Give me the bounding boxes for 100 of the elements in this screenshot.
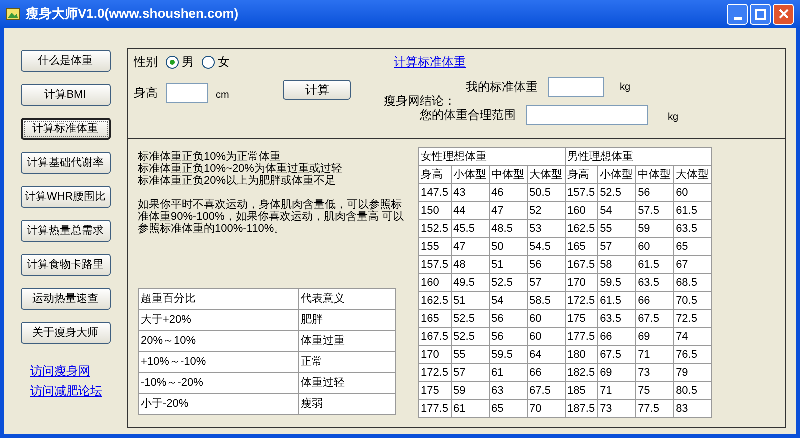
table-cell: 157.5	[418, 256, 452, 274]
sidebar-button[interactable]: 关于瘦身大师	[20, 322, 110, 344]
table-cell: 150	[418, 202, 452, 220]
note-text: 标准体重正负10%~20%为体重过重或过轻	[138, 163, 344, 175]
close-button[interactable]	[773, 4, 794, 24]
table-cell: 54.5	[527, 238, 566, 256]
table-cell: 177.5	[565, 328, 598, 346]
table-cell: 69	[636, 328, 674, 346]
gender-radio[interactable]: 女	[202, 53, 230, 71]
table-cell: 52.5	[451, 310, 490, 328]
table-cell: 43	[451, 184, 490, 202]
table-cell: 67	[674, 256, 712, 274]
table-cell: 49.5	[451, 274, 490, 292]
table-cell: 59.5	[489, 346, 528, 364]
minimize-icon	[734, 16, 742, 20]
table-cell: 73	[598, 400, 636, 418]
table-cell: 56	[636, 184, 674, 202]
standard-weight-link[interactable]: 计算标准体重	[394, 53, 466, 71]
table-header: 小体型	[451, 166, 490, 184]
table-cell: 体重过轻	[298, 372, 396, 394]
sidebar-button[interactable]: 计算食物卡路里	[20, 254, 110, 276]
table-cell: 75	[636, 382, 674, 400]
table-cell: 56	[489, 310, 528, 328]
table-cell: 68.5	[674, 274, 712, 292]
table-cell: 185	[565, 382, 598, 400]
close-icon	[778, 9, 788, 19]
table-cell: 小于-20%	[138, 394, 298, 414]
table-cell: 57	[527, 274, 566, 292]
table-header: 中体型	[489, 166, 528, 184]
result-input-field[interactable]	[548, 77, 604, 97]
table-cell: 170	[565, 274, 598, 292]
table-cell: 大于+20%	[138, 310, 298, 330]
table-cell: 51	[451, 292, 490, 310]
sidebar-button[interactable]: 计算基础代谢率	[20, 152, 110, 174]
table-cell: 76.5	[674, 346, 712, 364]
conclusion-label: 瘦身网结论：	[384, 93, 456, 109]
table-cell: 肥胖	[298, 310, 396, 330]
table-cell: 52.5	[598, 184, 636, 202]
field-label: 您的体重合理范围	[420, 107, 516, 124]
table-cell: 63.5	[674, 220, 712, 238]
table-cell: 63	[489, 382, 528, 400]
table-cell: 正常	[298, 352, 396, 372]
result-input-field[interactable]	[526, 105, 648, 125]
table-cell: 67.5	[527, 382, 566, 400]
table-cell: 182.5	[565, 364, 598, 382]
table-header: 大体型	[527, 166, 566, 184]
table-header: 大体型	[674, 166, 712, 184]
sidebar-link[interactable]: 访问瘦身网	[30, 362, 90, 380]
minimize-button[interactable]	[727, 4, 748, 24]
table-header: 身高	[418, 166, 452, 184]
table-cell: 73	[636, 364, 674, 382]
table-cell: 58	[598, 256, 636, 274]
table-cell: 72.5	[674, 310, 712, 328]
sidebar-button[interactable]: 计算WHR腰围比	[20, 186, 110, 208]
sidebar-button[interactable]: 计算标准体重	[20, 118, 110, 140]
height-input-field[interactable]	[166, 83, 208, 103]
table-cell: 52.5	[451, 328, 490, 346]
gender-radio[interactable]: 男	[166, 53, 194, 71]
height-label: 身高	[134, 85, 158, 102]
sidebar-button[interactable]: 计算BMI	[20, 84, 110, 106]
table-cell: 52.5	[489, 274, 528, 292]
table-header: 男性理想体重	[565, 148, 712, 166]
table-cell: 63.5	[636, 274, 674, 292]
table-cell: 47	[489, 202, 528, 220]
table-cell: 48	[451, 256, 490, 274]
table-cell: 45.5	[451, 220, 490, 238]
sidebar-button[interactable]: 什么是体重	[20, 50, 110, 72]
table-cell: 54	[598, 202, 636, 220]
unit-label: kg	[668, 111, 679, 125]
table-cell: 20%～10%	[138, 330, 298, 352]
table-cell: 165	[418, 310, 452, 328]
table-cell: 162.5	[565, 220, 598, 238]
table-cell: 57	[451, 364, 490, 382]
table-cell: 67.5	[598, 346, 636, 364]
maximize-button[interactable]	[750, 4, 771, 24]
table-cell: 175	[418, 382, 452, 400]
calculate-button[interactable]: 计算	[283, 80, 352, 100]
table-cell: 66	[598, 328, 636, 346]
table-cell: 60	[674, 184, 712, 202]
table-cell: 53	[527, 220, 566, 238]
table-cell: 162.5	[418, 292, 452, 310]
table-cell: 70	[527, 400, 566, 418]
sidebar-button[interactable]: 运动热量速查	[20, 288, 110, 310]
table-cell: 超重百分比	[138, 288, 298, 310]
table-cell: 74	[674, 328, 712, 346]
table-cell: 61.5	[598, 292, 636, 310]
table-cell: 180	[565, 346, 598, 364]
table-cell: 60	[527, 310, 566, 328]
table-cell: 56	[489, 328, 528, 346]
table-cell: 50.5	[527, 184, 566, 202]
table-cell: 65	[674, 238, 712, 256]
table-cell: 55	[598, 220, 636, 238]
sidebar-link[interactable]: 访问减肥论坛	[30, 382, 102, 400]
table-cell: 170	[418, 346, 452, 364]
gender-label: 性别	[134, 54, 158, 71]
field-label: 我的标准体重	[466, 79, 538, 96]
sidebar-button[interactable]: 计算热量总需求	[20, 220, 110, 242]
table-cell: 61.5	[674, 202, 712, 220]
table-cell: 175	[565, 310, 598, 328]
table-cell: 57	[598, 238, 636, 256]
